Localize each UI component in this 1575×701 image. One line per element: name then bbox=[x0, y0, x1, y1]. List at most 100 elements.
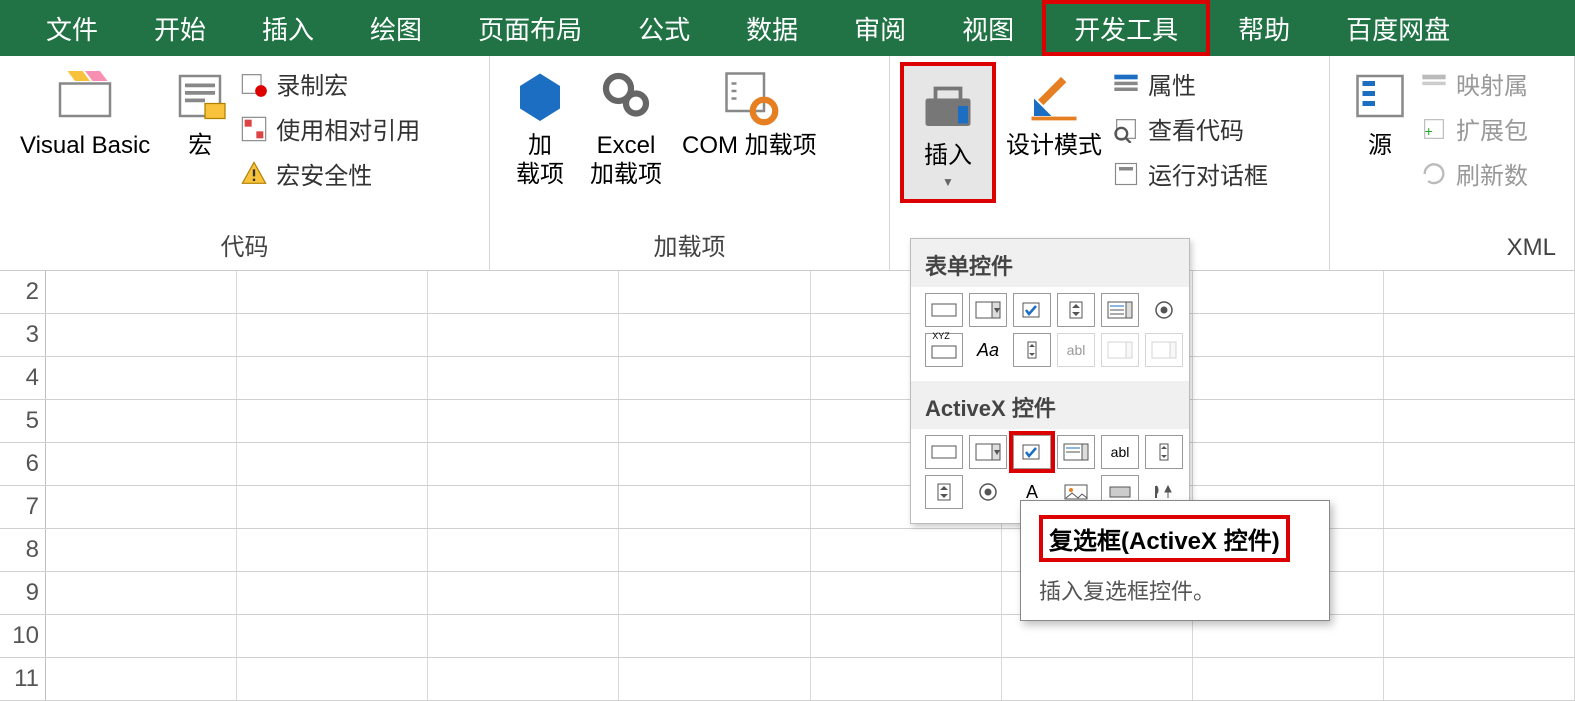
row-header[interactable]: 11 bbox=[0, 658, 46, 700]
form-combo-list-control[interactable] bbox=[1101, 333, 1139, 367]
refresh-data-label: 刷新数 bbox=[1456, 156, 1528, 191]
group-xml-label: XML bbox=[1340, 232, 1564, 268]
activex-combobox-control[interactable] bbox=[969, 435, 1007, 469]
macros-icon bbox=[170, 66, 230, 126]
svg-text:+: + bbox=[1425, 123, 1433, 139]
macros-button[interactable]: 宏 bbox=[160, 62, 240, 165]
tab-home[interactable]: 开始 bbox=[126, 0, 234, 56]
design-mode-label: 设计模式 bbox=[1006, 132, 1102, 161]
tab-baidu-netdisk[interactable]: 百度网盘 bbox=[1318, 0, 1478, 56]
form-combobox-control[interactable] bbox=[969, 293, 1007, 327]
tab-review[interactable]: 审阅 bbox=[826, 0, 934, 56]
view-code-label: 查看代码 bbox=[1148, 111, 1244, 146]
row-header[interactable]: 6 bbox=[0, 443, 46, 485]
ribbon: Visual Basic 宏 录制宏 使用相对引用 宏 bbox=[0, 56, 1575, 271]
refresh-icon bbox=[1420, 160, 1448, 188]
group-code-label: 代码 bbox=[10, 225, 479, 268]
expansion-icon: + bbox=[1420, 115, 1448, 143]
tooltip-title: 复选框(ActiveX 控件) bbox=[1039, 515, 1290, 562]
properties-button[interactable]: 属性 bbox=[1112, 66, 1268, 101]
warning-icon bbox=[240, 160, 268, 188]
use-relative-refs-label: 使用相对引用 bbox=[276, 111, 420, 146]
row-header[interactable]: 3 bbox=[0, 314, 46, 356]
xml-source-button[interactable]: 源 bbox=[1340, 62, 1420, 165]
tab-help[interactable]: 帮助 bbox=[1210, 0, 1318, 56]
properties-label: 属性 bbox=[1148, 66, 1196, 101]
view-code-button[interactable]: 查看代码 bbox=[1112, 111, 1268, 146]
form-controls-title: 表单控件 bbox=[911, 239, 1189, 287]
run-dialog-label: 运行对话框 bbox=[1148, 156, 1268, 191]
refresh-data-button[interactable]: 刷新数 bbox=[1420, 156, 1528, 191]
form-button-control[interactable] bbox=[925, 293, 963, 327]
run-dialog-icon bbox=[1112, 160, 1140, 188]
addins-label: 加 载项 bbox=[516, 132, 564, 190]
record-macro-button[interactable]: 录制宏 bbox=[240, 66, 420, 101]
form-listbox-control[interactable] bbox=[1101, 293, 1139, 327]
row-header[interactable]: 2 bbox=[0, 271, 46, 313]
form-checkbox-control[interactable] bbox=[1013, 293, 1051, 327]
insert-controls-panel: 表单控件 XYZ Aa abl ActiveX 控件 abl A bbox=[910, 238, 1190, 524]
map-properties-button[interactable]: 映射属 bbox=[1420, 66, 1528, 101]
activex-scrollbar-control[interactable] bbox=[1145, 435, 1183, 469]
run-dialog-button[interactable]: 运行对话框 bbox=[1112, 156, 1268, 191]
form-groupbox-control[interactable]: XYZ bbox=[925, 333, 963, 367]
use-relative-refs-icon bbox=[240, 115, 268, 143]
menu-bar: 文件 开始 插入 绘图 页面布局 公式 数据 审阅 视图 开发工具 帮助 百度网… bbox=[0, 0, 1575, 56]
design-mode-icon bbox=[1024, 66, 1084, 126]
tab-file[interactable]: 文件 bbox=[18, 0, 126, 56]
row-header[interactable]: 5 bbox=[0, 400, 46, 442]
row-header[interactable]: 7 bbox=[0, 486, 46, 528]
addins-icon bbox=[510, 66, 570, 126]
activex-textbox-control[interactable]: abl bbox=[1101, 435, 1139, 469]
row-header[interactable]: 10 bbox=[0, 615, 46, 657]
tab-developer[interactable]: 开发工具 bbox=[1042, 0, 1210, 56]
macros-label: 宏 bbox=[188, 132, 212, 161]
form-textfield-control[interactable]: abl bbox=[1057, 333, 1095, 367]
form-spinner-control[interactable] bbox=[1057, 293, 1095, 327]
tab-insert[interactable]: 插入 bbox=[234, 0, 342, 56]
expansion-packs-button[interactable]: + 扩展包 bbox=[1420, 111, 1528, 146]
tab-page-layout[interactable]: 页面布局 bbox=[450, 0, 610, 56]
ribbon-group-code: Visual Basic 宏 录制宏 使用相对引用 宏 bbox=[0, 56, 490, 270]
row-header[interactable]: 9 bbox=[0, 572, 46, 614]
insert-controls-label: 插入 bbox=[924, 142, 972, 171]
tab-draw[interactable]: 绘图 bbox=[342, 0, 450, 56]
activex-command-button-control[interactable] bbox=[925, 435, 963, 469]
com-addins-icon bbox=[719, 66, 779, 126]
macro-security-button[interactable]: 宏安全性 bbox=[240, 156, 420, 191]
form-combo-dropdown-control[interactable] bbox=[1145, 333, 1183, 367]
design-mode-button[interactable]: 设计模式 bbox=[996, 62, 1112, 165]
activex-checkbox-control[interactable] bbox=[1013, 435, 1051, 469]
map-properties-label: 映射属 bbox=[1456, 66, 1528, 101]
ribbon-group-addins: 加 载项 Excel 加载项 COM 加载项 加载项 bbox=[490, 56, 890, 270]
xml-source-label: 源 bbox=[1368, 132, 1392, 161]
group-addins-label: 加载项 bbox=[500, 225, 879, 268]
spreadsheet-grid[interactable]: 2 3 4 5 6 7 8 9 10 11 bbox=[0, 271, 1575, 701]
insert-controls-button[interactable]: 插入 ▼ bbox=[900, 62, 996, 203]
dropdown-arrow-icon: ▼ bbox=[942, 175, 954, 189]
row-header[interactable]: 8 bbox=[0, 529, 46, 571]
macro-security-label: 宏安全性 bbox=[276, 156, 372, 191]
activex-controls-title: ActiveX 控件 bbox=[911, 381, 1189, 429]
excel-addins-button[interactable]: Excel 加载项 bbox=[580, 62, 672, 194]
com-addins-button[interactable]: COM 加载项 bbox=[672, 62, 827, 165]
form-scrollbar-control[interactable] bbox=[1013, 333, 1051, 367]
tab-data[interactable]: 数据 bbox=[718, 0, 826, 56]
addins-button[interactable]: 加 载项 bbox=[500, 62, 580, 194]
activex-listbox-control[interactable] bbox=[1057, 435, 1095, 469]
tab-view[interactable]: 视图 bbox=[934, 0, 1042, 56]
activex-spin-button-control[interactable] bbox=[925, 475, 963, 509]
record-macro-icon bbox=[240, 70, 268, 98]
form-option-button-control[interactable] bbox=[1145, 293, 1183, 327]
activex-option-button-control[interactable] bbox=[969, 475, 1007, 509]
tab-formulas[interactable]: 公式 bbox=[610, 0, 718, 56]
use-relative-refs-button[interactable]: 使用相对引用 bbox=[240, 111, 420, 146]
visual-basic-button[interactable]: Visual Basic bbox=[10, 62, 160, 165]
toolbox-icon bbox=[918, 76, 978, 136]
form-label-control[interactable]: Aa bbox=[969, 333, 1007, 367]
row-header[interactable]: 4 bbox=[0, 357, 46, 399]
gear-icon bbox=[596, 66, 656, 126]
visual-basic-icon bbox=[55, 66, 115, 126]
visual-basic-label: Visual Basic bbox=[20, 132, 150, 161]
tooltip-body: 插入复选框控件。 bbox=[1039, 574, 1311, 606]
